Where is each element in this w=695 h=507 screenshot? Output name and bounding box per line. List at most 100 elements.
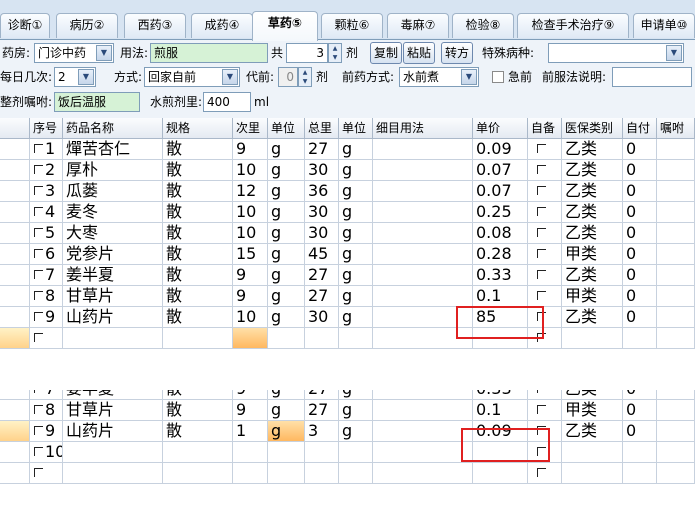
row-checkbox[interactable] bbox=[34, 249, 43, 258]
header-price[interactable]: 单价 bbox=[473, 118, 528, 139]
advice-cell[interactable] bbox=[657, 421, 695, 442]
row-selector[interactable] bbox=[0, 421, 30, 442]
row-selector[interactable] bbox=[0, 265, 30, 286]
insurance-class-cell[interactable] bbox=[562, 328, 623, 349]
price-cell[interactable]: 0.1 bbox=[473, 400, 528, 421]
special-disease-select[interactable]: ▼ bbox=[548, 43, 684, 63]
table-row[interactable]: 6 党参片散 15 g 45 g 0.28 甲类 0 bbox=[0, 244, 695, 265]
drug-name-cell[interactable]: 燀苦杏仁 bbox=[63, 139, 163, 160]
copy-button[interactable]: 复制 bbox=[370, 42, 402, 64]
header-self-pay[interactable]: 自付 bbox=[623, 118, 657, 139]
header-total[interactable]: 总里 bbox=[305, 118, 339, 139]
self-pay-cell[interactable]: 0 bbox=[623, 160, 657, 181]
water-amount-input[interactable]: 400 bbox=[203, 92, 251, 112]
usage-cell[interactable] bbox=[373, 265, 473, 286]
row-selector[interactable] bbox=[0, 307, 30, 328]
usage-cell[interactable] bbox=[373, 223, 473, 244]
total-unit-cell[interactable]: g bbox=[339, 139, 373, 160]
spec-cell[interactable]: 散 bbox=[163, 400, 233, 421]
advice-cell[interactable] bbox=[657, 181, 695, 202]
row-selector[interactable] bbox=[0, 202, 30, 223]
table-row[interactable]: 7姜半夏散9g27g0.33乙类0 bbox=[0, 265, 695, 286]
self-prepared-checkbox[interactable] bbox=[537, 468, 546, 477]
total-cell[interactable]: 45 bbox=[305, 244, 339, 265]
price-cell[interactable]: 0.33 bbox=[473, 265, 528, 286]
insurance-class-cell[interactable]: 乙类 bbox=[562, 160, 623, 181]
advice-cell[interactable] bbox=[657, 328, 695, 349]
self-pay-cell[interactable]: 0 bbox=[623, 223, 657, 244]
dose-unit-cell[interactable] bbox=[268, 463, 305, 484]
price-cell[interactable]: 0.08 bbox=[473, 223, 528, 244]
spec-cell[interactable]: 散 bbox=[163, 265, 233, 286]
spec-cell[interactable]: 散 bbox=[163, 160, 233, 181]
table-row[interactable]: 1 燀苦杏仁散 9 g 27 g 0.09 乙类 0 bbox=[0, 139, 695, 160]
total-cell[interactable] bbox=[305, 463, 339, 484]
advice-cell[interactable] bbox=[657, 139, 695, 160]
self-prepared-cell[interactable] bbox=[528, 400, 562, 421]
dose-unit-cell[interactable] bbox=[268, 328, 305, 349]
seq-cell[interactable]: 7 bbox=[30, 265, 63, 286]
advice-cell[interactable] bbox=[657, 286, 695, 307]
dose-unit-cell[interactable]: g bbox=[268, 181, 305, 202]
table-row[interactable]: 7姜半夏散9g27g0.33乙类0 bbox=[0, 390, 695, 400]
drug-name-cell[interactable]: 麦冬 bbox=[63, 202, 163, 223]
drug-name-cell[interactable]: 甘草片 bbox=[63, 286, 163, 307]
row-selector[interactable] bbox=[0, 223, 30, 244]
tab-3[interactable]: 西药③ bbox=[124, 13, 186, 38]
total-unit-cell[interactable]: g bbox=[339, 244, 373, 265]
advice-cell[interactable] bbox=[657, 223, 695, 244]
insurance-class-cell[interactable]: 乙类 bbox=[562, 421, 623, 442]
insurance-class-cell[interactable]: 甲类 bbox=[562, 400, 623, 421]
insurance-class-cell[interactable] bbox=[562, 442, 623, 463]
self-pay-cell[interactable]: 0 bbox=[623, 181, 657, 202]
table-row[interactable]: 10 bbox=[0, 442, 695, 463]
daily-times-select[interactable]: 2 ▼ bbox=[54, 67, 96, 87]
usage-cell[interactable] bbox=[373, 139, 473, 160]
insurance-class-cell[interactable]: 甲类 bbox=[562, 244, 623, 265]
table-row[interactable]: 5 大枣散 10 g 30 g 0.08 乙类 0 bbox=[0, 223, 695, 244]
dose-cell[interactable]: 10 bbox=[233, 202, 268, 223]
row-checkbox[interactable] bbox=[34, 186, 43, 195]
header-dose-unit[interactable]: 单位 bbox=[268, 118, 305, 139]
seq-cell[interactable]: 1 bbox=[30, 139, 63, 160]
spec-cell[interactable]: 散 bbox=[163, 202, 233, 223]
insurance-class-cell[interactable]: 乙类 bbox=[562, 390, 623, 400]
row-checkbox[interactable] bbox=[34, 447, 43, 456]
total-unit-cell[interactable] bbox=[339, 442, 373, 463]
spec-cell[interactable]: 散 bbox=[163, 244, 233, 265]
row-selector[interactable] bbox=[0, 160, 30, 181]
dose-unit-cell[interactable]: g bbox=[268, 265, 305, 286]
self-pay-cell[interactable]: 0 bbox=[623, 400, 657, 421]
usage-field[interactable]: 煎服 bbox=[150, 43, 268, 63]
self-prepared-checkbox[interactable] bbox=[537, 165, 546, 174]
total-cell[interactable] bbox=[305, 328, 339, 349]
transfer-button[interactable]: 转方 bbox=[441, 42, 473, 64]
table-row[interactable]: 9 山药片散 1 g 3 g 0.09 乙类 0 bbox=[0, 421, 695, 442]
dose-unit-cell[interactable]: g bbox=[268, 160, 305, 181]
header-drug-name[interactable]: 药品名称 bbox=[63, 118, 163, 139]
advice-cell[interactable] bbox=[657, 202, 695, 223]
row-selector[interactable] bbox=[0, 400, 30, 421]
drug-name-cell[interactable]: 党参片 bbox=[63, 244, 163, 265]
header-corner[interactable] bbox=[0, 118, 30, 139]
total-cell[interactable] bbox=[305, 442, 339, 463]
self-prepared-cell[interactable] bbox=[528, 181, 562, 202]
self-pay-cell[interactable]: 0 bbox=[623, 390, 657, 400]
dose-cell[interactable]: 10 bbox=[233, 160, 268, 181]
row-checkbox[interactable] bbox=[34, 165, 43, 174]
self-prepared-cell[interactable] bbox=[528, 265, 562, 286]
self-pay-cell[interactable] bbox=[623, 442, 657, 463]
self-pay-cell[interactable]: 0 bbox=[623, 265, 657, 286]
seq-cell[interactable] bbox=[30, 328, 63, 349]
header-usage[interactable]: 细目用法 bbox=[373, 118, 473, 139]
advice-cell[interactable] bbox=[657, 160, 695, 181]
paste-button[interactable]: 粘贴 bbox=[403, 42, 435, 64]
self-pay-cell[interactable]: 0 bbox=[623, 286, 657, 307]
self-prepared-cell[interactable] bbox=[528, 160, 562, 181]
dose-unit-cell[interactable]: g bbox=[268, 307, 305, 328]
row-checkbox[interactable] bbox=[34, 468, 43, 477]
self-pay-cell[interactable]: 0 bbox=[623, 244, 657, 265]
price-cell[interactable]: 0.07 bbox=[473, 181, 528, 202]
row-checkbox[interactable] bbox=[34, 207, 43, 216]
tab-9[interactable]: 检查手术治疗⑨ bbox=[517, 13, 629, 38]
